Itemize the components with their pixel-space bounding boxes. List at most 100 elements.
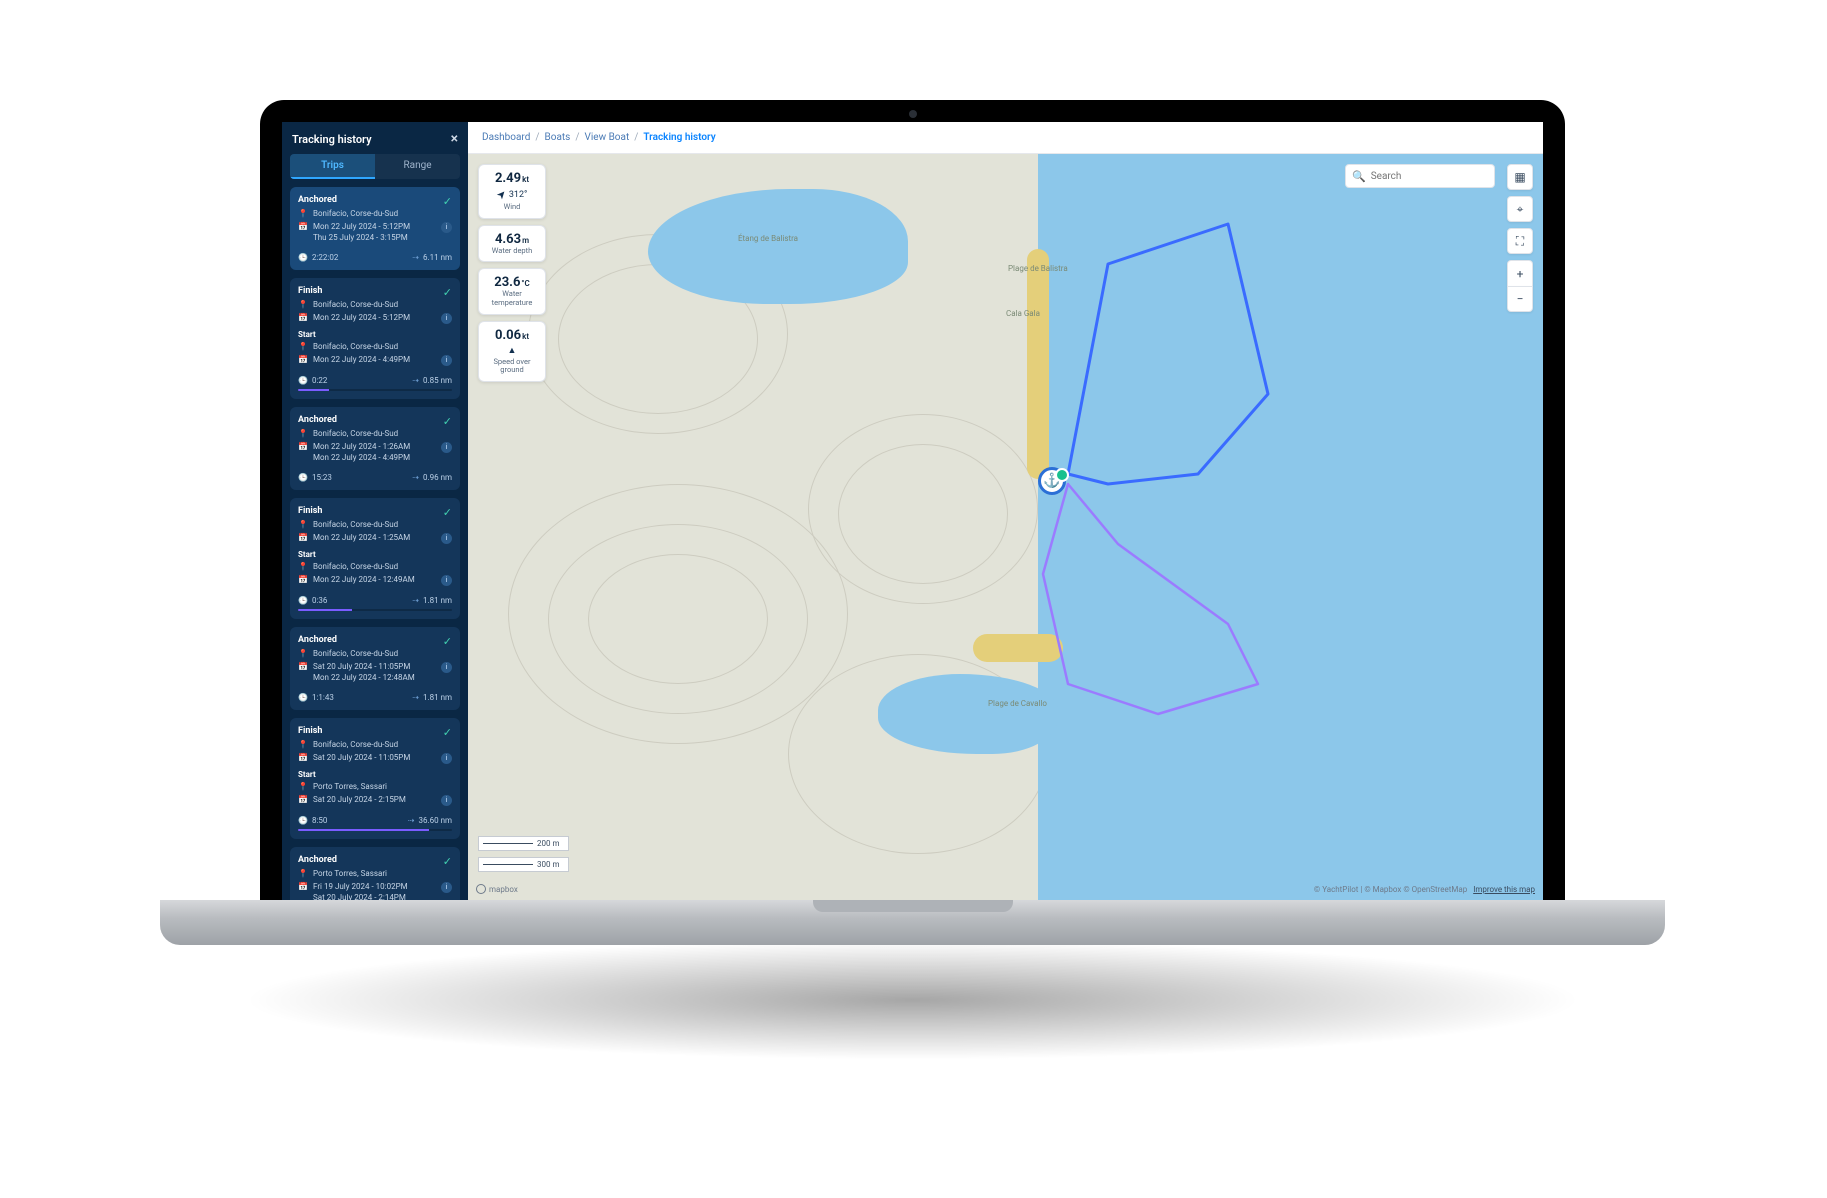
sidebar-title: Tracking history [292, 133, 372, 146]
search-box[interactable]: 🔍 [1345, 164, 1495, 188]
pin-icon: 📍 [298, 649, 308, 660]
crumb-boats[interactable]: Boats [545, 132, 571, 143]
pin-icon: 📍 [298, 782, 308, 793]
route-icon: ⇢ [412, 473, 419, 482]
harbour [878, 674, 1058, 754]
info-icon[interactable]: i [441, 533, 452, 544]
trip-card[interactable]: Finish✓📍Bonifacio, Corse-du-Sud📅Mon 22 J… [290, 498, 460, 619]
stat-depth: 4.63m Water depth [478, 225, 546, 263]
close-icon[interactable]: × [451, 132, 458, 146]
info-icon[interactable]: i [441, 355, 452, 366]
pin-icon: 📍 [298, 342, 308, 353]
contour [838, 444, 1008, 584]
calendar-icon: 📅 [298, 795, 308, 806]
zoom-control: + − [1507, 260, 1533, 312]
info-icon[interactable]: i [441, 753, 452, 764]
info-icon[interactable]: i [441, 795, 452, 806]
map[interactable]: Étang de Balistra Plage de Balistra Cala… [468, 154, 1543, 900]
poi-label: Plage de Cavallo [988, 699, 1047, 708]
pin-icon: 📍 [298, 209, 308, 220]
improve-map-link[interactable]: Improve this map [1473, 885, 1535, 894]
route-icon: ⇢ [412, 596, 419, 605]
breadcrumb: Dashboard/ Boats/ View Boat/ Tracking hi… [468, 122, 1543, 154]
pin-icon: 📍 [298, 429, 308, 440]
sidebar-tabs: Trips Range [290, 154, 460, 179]
calendar-icon: 📅 [298, 753, 308, 764]
clock-icon: 🕒 [298, 816, 308, 825]
poi-label: Plage de Balistra [1008, 264, 1068, 273]
heading-arrow-icon: ▲ [508, 345, 517, 356]
check-icon: ✓ [443, 195, 452, 208]
map-attribution: © YachtPilot | © Mapbox © OpenStreetMap … [1314, 885, 1535, 894]
poi-label: Cala Gala [1006, 309, 1040, 318]
stat-wind: 2.49kt ➤312° Wind [478, 164, 546, 219]
mapbox-logo[interactable]: mapbox [476, 884, 518, 894]
info-icon[interactable]: i [441, 442, 452, 453]
screen-bezel: Tracking history × Trips Range Anchored✓… [260, 100, 1565, 900]
calendar-icon: 📅 [298, 575, 308, 586]
boat-marker[interactable]: ⚓ [1038, 467, 1066, 495]
crumb-view-boat[interactable]: View Boat [584, 132, 629, 143]
calendar-icon: 📅 [298, 355, 308, 366]
stat-temp: 23.6°C Water temperature [478, 268, 546, 314]
calendar-icon: 📅 [298, 533, 308, 544]
fullscreen-button[interactable]: ⛶ [1507, 228, 1533, 254]
camera-dot [909, 110, 917, 118]
stat-sog: 0.06kt ▲ Speed over ground [478, 321, 546, 382]
crumb-current: Tracking history [643, 132, 715, 143]
laptop-shadow [240, 940, 1585, 1060]
app-root: Tracking history × Trips Range Anchored✓… [282, 122, 1543, 900]
sidebar-list[interactable]: Anchored✓📍Bonifacio, Corse-du-Sud📅Mon 22… [282, 187, 468, 900]
sidebar: Tracking history × Trips Range Anchored✓… [282, 122, 468, 900]
tab-trips[interactable]: Trips [290, 154, 375, 179]
clock-icon: 🕒 [298, 596, 308, 605]
crumb-dashboard[interactable]: Dashboard [482, 132, 530, 143]
clock-icon: 🕒 [298, 473, 308, 482]
laptop-mockup: Tracking history × Trips Range Anchored✓… [160, 100, 1665, 970]
calendar-icon: 📅 [298, 313, 308, 324]
clock-icon: 🕒 [298, 376, 308, 385]
trip-card[interactable]: Anchored✓📍Bonifacio, Corse-du-Sud📅Mon 22… [290, 407, 460, 490]
check-icon: ✓ [443, 726, 452, 739]
info-icon[interactable]: i [441, 575, 452, 586]
check-icon: ✓ [443, 855, 452, 868]
lagoon [648, 189, 908, 304]
tab-range[interactable]: Range [375, 154, 460, 179]
stat-cards: 2.49kt ➤312° Wind 4.63m Water depth 23.6… [478, 164, 546, 382]
laptop-base [160, 900, 1665, 945]
calendar-icon: 📅 [298, 882, 308, 893]
zoom-out-button[interactable]: − [1507, 286, 1533, 312]
locate-button[interactable]: ⌖ [1507, 196, 1533, 222]
scale-bar: 300 m [478, 857, 569, 872]
route-icon: ⇢ [412, 253, 419, 262]
clock-icon: 🕒 [298, 693, 308, 702]
trip-card[interactable]: Finish✓📍Bonifacio, Corse-du-Sud📅Sat 20 J… [290, 718, 460, 839]
beach [973, 634, 1063, 662]
info-icon[interactable]: i [441, 222, 452, 233]
info-icon[interactable]: i [441, 662, 452, 673]
trip-card[interactable]: Anchored✓📍Bonifacio, Corse-du-Sud📅Mon 22… [290, 187, 460, 270]
pin-icon: 📍 [298, 520, 308, 531]
search-input[interactable] [1371, 171, 1504, 182]
pin-icon: 📍 [298, 562, 308, 573]
info-icon[interactable]: i [441, 313, 452, 324]
info-icon[interactable]: i [441, 882, 452, 893]
calendar-icon: 📅 [298, 442, 308, 453]
trip-card[interactable]: Anchored✓📍Bonifacio, Corse-du-Sud📅Sat 20… [290, 627, 460, 710]
scale-bar: 200 m [478, 836, 569, 851]
clock-icon: 🕒 [298, 253, 308, 262]
calendar-icon: 📅 [298, 662, 308, 673]
check-icon: ✓ [443, 635, 452, 648]
check-icon: ✓ [443, 286, 452, 299]
sidebar-header: Tracking history × [282, 122, 468, 154]
layers-button[interactable]: ▦ [1507, 164, 1533, 190]
calendar-icon: 📅 [298, 222, 308, 233]
sea [1038, 154, 1543, 900]
trip-card[interactable]: Anchored✓📍Porto Torres, Sassari📅Fri 19 J… [290, 847, 460, 900]
search-icon: 🔍 [1352, 170, 1366, 183]
route-icon: ⇢ [408, 816, 415, 825]
wind-arrow-icon: ➤ [493, 187, 509, 203]
zoom-in-button[interactable]: + [1507, 260, 1533, 286]
trip-card[interactable]: Finish✓📍Bonifacio, Corse-du-Sud📅Mon 22 J… [290, 278, 460, 399]
pin-icon: 📍 [298, 300, 308, 311]
